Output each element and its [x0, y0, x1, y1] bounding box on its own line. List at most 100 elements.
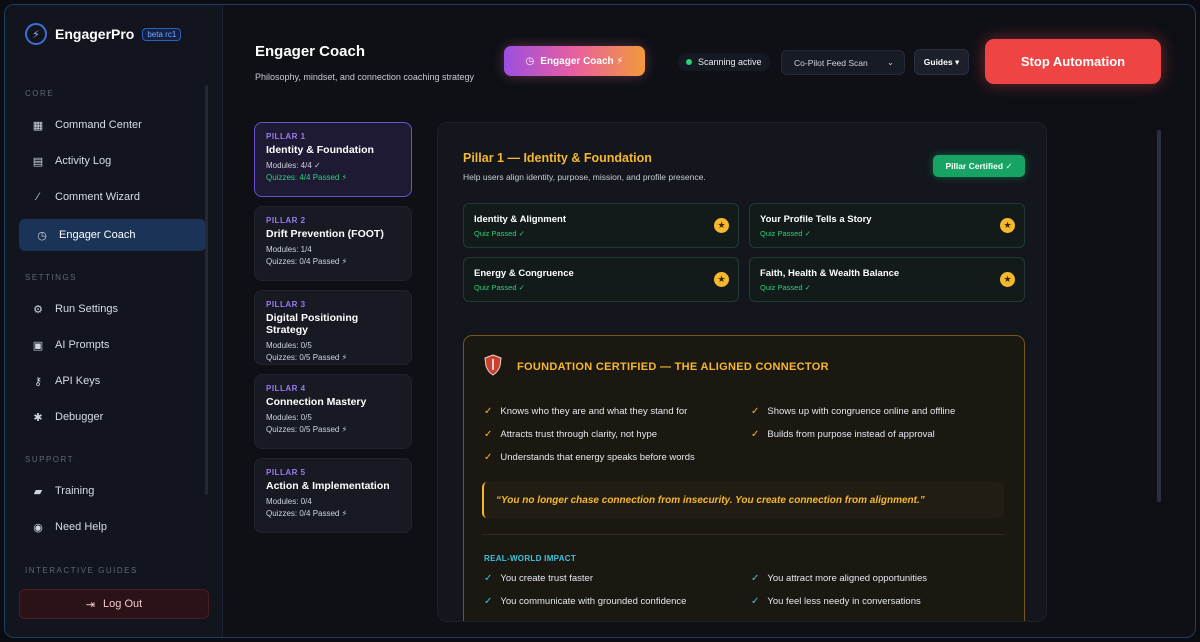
section-label-support: SUPPORT	[25, 455, 75, 464]
sidebar-item-api-keys[interactable]: ⚷ API Keys	[19, 365, 206, 397]
quiz-card[interactable]: Faith, Health & Wealth Balance Quiz Pass…	[749, 257, 1025, 302]
trait-text: Shows up with congruence online and offl…	[767, 406, 956, 417]
pillar-quizzes: Quizzes: 4/4 Passed ⚡	[266, 173, 348, 182]
pillar-modules: Modules: 0/5	[266, 341, 312, 350]
pillar-quizzes: Quizzes: 0/5 Passed ⚡	[266, 353, 348, 362]
pillar-card-4[interactable]: PILLAR 4 Connection Mastery Modules: 0/5…	[254, 374, 412, 449]
section-label-settings: SETTINGS	[25, 273, 78, 282]
star-icon: ★	[714, 272, 729, 287]
sidebar-item-training[interactable]: ▰ Training	[19, 475, 206, 507]
quiz-status: Quiz Passed ✓	[760, 229, 811, 238]
quiz-status: Quiz Passed ✓	[474, 283, 525, 292]
quiz-title: Your Profile Tells a Story	[760, 214, 872, 225]
pillar-detail-title: Pillar 1 — Identity & Foundation	[463, 151, 652, 165]
quiz-title: Energy & Congruence	[474, 268, 574, 279]
logo-icon: ⚡	[25, 23, 47, 45]
impact-item: ✓ You attract more aligned opportunities	[751, 573, 927, 584]
sidebar-item-label: Need Help	[55, 521, 107, 533]
sidebar-item-activity-log[interactable]: ▤ Activity Log	[19, 145, 206, 177]
sidebar-item-command-center[interactable]: ▦ Command Center	[19, 109, 206, 141]
pillar-title: Digital Positioning Strategy	[266, 312, 359, 336]
quiz-title: Identity & Alignment	[474, 214, 567, 225]
sidebar-item-debugger[interactable]: ✱ Debugger	[19, 401, 206, 433]
impact-item: ✓ You communicate with grounded confiden…	[484, 596, 686, 607]
pillar-label: PILLAR 2	[266, 216, 306, 225]
quiz-status: Quiz Passed ✓	[760, 283, 811, 292]
pillar-label: PILLAR 1	[266, 132, 306, 141]
pillar-modules: Modules: 4/4 ✓	[266, 161, 321, 170]
gear-icon: ⚙	[33, 303, 43, 316]
pillar-detail-subtitle: Help users align identity, purpose, miss…	[463, 172, 706, 182]
check-icon: ✓	[484, 406, 493, 417]
trait-text: Knows who they are and what they stand f…	[500, 406, 688, 417]
quiz-card[interactable]: Energy & Congruence Quiz Passed ✓ ★	[463, 257, 739, 302]
impact-text: You create trust faster	[500, 573, 593, 584]
sidebar-item-label: Command Center	[55, 119, 142, 131]
pillar-card-5[interactable]: PILLAR 5 Action & Implementation Modules…	[254, 458, 412, 533]
help-icon: ◉	[33, 521, 43, 534]
pillar-quizzes: Quizzes: 0/4 Passed ⚡	[266, 509, 348, 518]
sidebar-scrollbar[interactable]	[205, 85, 208, 495]
status-dot-icon	[686, 59, 692, 65]
impact-item: ✓ You create trust faster	[484, 573, 593, 584]
check-icon: ✓	[751, 406, 760, 417]
app-window: ⚡ EngagerPro beta rc1 CORE ▦ Command Cen…	[4, 4, 1196, 638]
sidebar-item-need-help[interactable]: ◉ Need Help	[19, 511, 206, 543]
pillar-label: PILLAR 3	[266, 300, 306, 309]
sidebar-item-comment-wizard[interactable]: ⁄ Comment Wizard	[19, 181, 206, 213]
sidebar-item-label: Training	[55, 485, 95, 497]
page-title: Engager Coach	[255, 43, 366, 60]
check-icon: ✓	[484, 452, 493, 463]
check-icon: ✓	[751, 429, 760, 440]
trait-text: Attracts trust through clarity, not hype	[500, 429, 658, 440]
engager-coach-button[interactable]: ◷ Engager Coach ⚡	[504, 46, 645, 76]
sidebar-item-label: Debugger	[55, 411, 104, 423]
impact-label: REAL-WORLD IMPACT	[484, 554, 577, 563]
pillar-card-1[interactable]: PILLAR 1 Identity & Foundation Modules: …	[254, 122, 412, 197]
sidebar-item-engager-coach[interactable]: ◷ Engager Coach	[19, 219, 206, 251]
scanning-status-label: Scanning active	[698, 57, 762, 67]
key-icon: ⚷	[33, 375, 43, 388]
pillar-modules: Modules: 0/5	[266, 413, 312, 422]
feed-scan-select[interactable]: Co-Pilot Feed Scan ⌄	[781, 50, 905, 75]
sidebar-item-label: API Keys	[55, 375, 101, 387]
trait-item: ✓ Builds from purpose instead of approva…	[751, 429, 935, 440]
foundation-quote: “You no longer chase connection from ins…	[482, 482, 1004, 518]
main-scrollbar[interactable]	[1157, 130, 1161, 502]
stop-automation-button[interactable]: Stop Automation	[985, 39, 1161, 84]
sidebar-item-label: AI Prompts	[55, 339, 110, 351]
beta-badge: beta rc1	[142, 27, 182, 41]
impact-item: ✓ You feel less needy in conversations	[751, 596, 921, 607]
sidebar-item-label: Engager Coach	[59, 229, 136, 241]
quiz-title: Faith, Health & Wealth Balance	[760, 268, 900, 279]
shield-icon	[484, 354, 502, 376]
section-label-guides: INTERACTIVE GUIDES	[25, 566, 138, 575]
trait-text: Builds from purpose instead of approval	[767, 429, 935, 440]
check-icon: ✓	[484, 573, 493, 584]
clock-icon: ◷	[37, 229, 47, 242]
guides-button[interactable]: Guides ▾	[914, 49, 969, 75]
quiz-card[interactable]: Identity & Alignment Quiz Passed ✓ ★	[463, 203, 739, 248]
page-subtitle: Philosophy, mindset, and connection coac…	[255, 72, 474, 82]
check-icon: ✓	[751, 596, 760, 607]
pillar-title: Identity & Foundation	[266, 144, 374, 156]
trait-item: ✓ Understands that energy speaks before …	[484, 452, 695, 463]
sidebar-item-label: Comment Wizard	[55, 191, 140, 203]
sidebar-item-ai-prompts[interactable]: ▣ AI Prompts	[19, 329, 206, 361]
pillar-label: PILLAR 5	[266, 468, 306, 477]
sidebar-item-label: Run Settings	[55, 303, 118, 315]
check-icon: ✓	[751, 573, 760, 584]
pillar-title: Action & Implementation	[266, 480, 390, 492]
trait-item: ✓ Attracts trust through clarity, not hy…	[484, 429, 657, 440]
check-icon: ✓	[484, 429, 493, 440]
logout-button[interactable]: ⇥ Log Out	[19, 589, 209, 619]
sidebar-item-run-settings[interactable]: ⚙ Run Settings	[19, 293, 206, 325]
pillar-label: PILLAR 4	[266, 384, 306, 393]
book-icon: ▰	[33, 485, 43, 498]
pillar-card-2[interactable]: PILLAR 2 Drift Prevention (FOOT) Modules…	[254, 206, 412, 281]
trait-item: ✓ Shows up with congruence online and of…	[751, 406, 955, 417]
quiz-card[interactable]: Your Profile Tells a Story Quiz Passed ✓…	[749, 203, 1025, 248]
wand-icon: ⁄	[37, 191, 39, 203]
pillar-detail-panel: Pillar 1 — Identity & Foundation Help us…	[437, 122, 1047, 622]
pillar-card-3[interactable]: PILLAR 3 Digital Positioning Strategy Mo…	[254, 290, 412, 365]
